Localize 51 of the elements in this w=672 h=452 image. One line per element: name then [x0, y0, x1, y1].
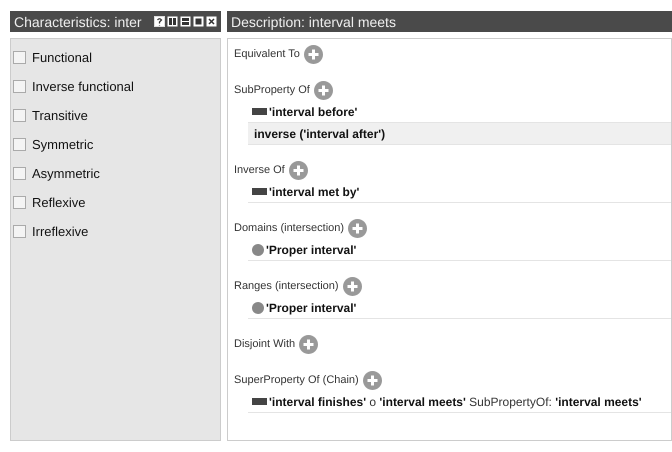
section-label: Ranges (intersection) [234, 280, 339, 292]
entry-text: 'interval met by' [269, 184, 360, 198]
entry-text: inverse ('interval after') [254, 126, 386, 140]
checkbox[interactable] [13, 196, 26, 209]
rows-icon[interactable] [180, 16, 191, 27]
checkbox-label: Functional [32, 50, 92, 65]
checkbox[interactable] [13, 138, 26, 151]
add-icon[interactable] [348, 218, 368, 238]
section-label: Domains (intersection) [234, 222, 344, 234]
checkbox[interactable] [13, 51, 26, 64]
section-label: Disjoint With [234, 338, 296, 350]
checkbox-label: Irreflexive [32, 224, 88, 239]
entry-text: 'interval before' [269, 104, 358, 118]
checkbox[interactable] [13, 109, 26, 122]
entry-row[interactable]: 'interval finishes' o 'interval meets' SubPropertyOf: 'interval meets' [248, 391, 671, 413]
checkbox[interactable] [13, 225, 26, 238]
panel-title: Characteristics: inter [14, 14, 143, 30]
class-icon [252, 244, 264, 256]
entry-text: 'Proper interval' [266, 242, 356, 256]
property-icon [252, 108, 267, 115]
property-icon [252, 188, 267, 195]
add-icon[interactable] [288, 160, 308, 180]
add-icon[interactable] [314, 80, 333, 100]
help-icon[interactable] [154, 16, 165, 27]
checkbox[interactable] [13, 80, 26, 93]
add-icon[interactable] [362, 370, 382, 390]
class-icon [252, 302, 264, 314]
checkbox-label: Reflexive [32, 195, 86, 210]
entry-row[interactable]: inverse ('interval after') [248, 123, 671, 145]
entry-row[interactable]: 'Proper interval' [248, 297, 671, 319]
section-label: Inverse Of [234, 164, 285, 176]
section-label: SubProperty Of [234, 84, 310, 96]
property-icon [252, 398, 267, 405]
section-label: SuperProperty Of (Chain) [234, 374, 359, 386]
entry-row[interactable]: 'interval met by' [248, 181, 671, 203]
add-icon[interactable] [304, 44, 323, 64]
entry-text: 'Proper interval' [266, 300, 356, 314]
checkbox-label: Transitive [32, 108, 88, 123]
entry-row[interactable]: 'Proper interval' [248, 239, 671, 261]
checkbox[interactable] [13, 167, 26, 180]
maximize-icon[interactable] [193, 16, 204, 27]
add-icon[interactable] [342, 276, 362, 296]
entry-text: 'interval finishes' o 'interval meets' SubPropertyOf: 'interval meets' [269, 394, 642, 408]
checkbox-label: Inverse functional [32, 79, 134, 94]
panel-title: Description: interval meets [231, 14, 397, 30]
section-label: Equivalent To [234, 48, 300, 60]
add-icon[interactable] [299, 334, 318, 354]
columns-icon[interactable] [167, 16, 178, 27]
close-icon[interactable] [206, 16, 217, 27]
checkbox-label: Symmetric [32, 137, 94, 152]
checkbox-label: Asymmetric [32, 166, 100, 181]
